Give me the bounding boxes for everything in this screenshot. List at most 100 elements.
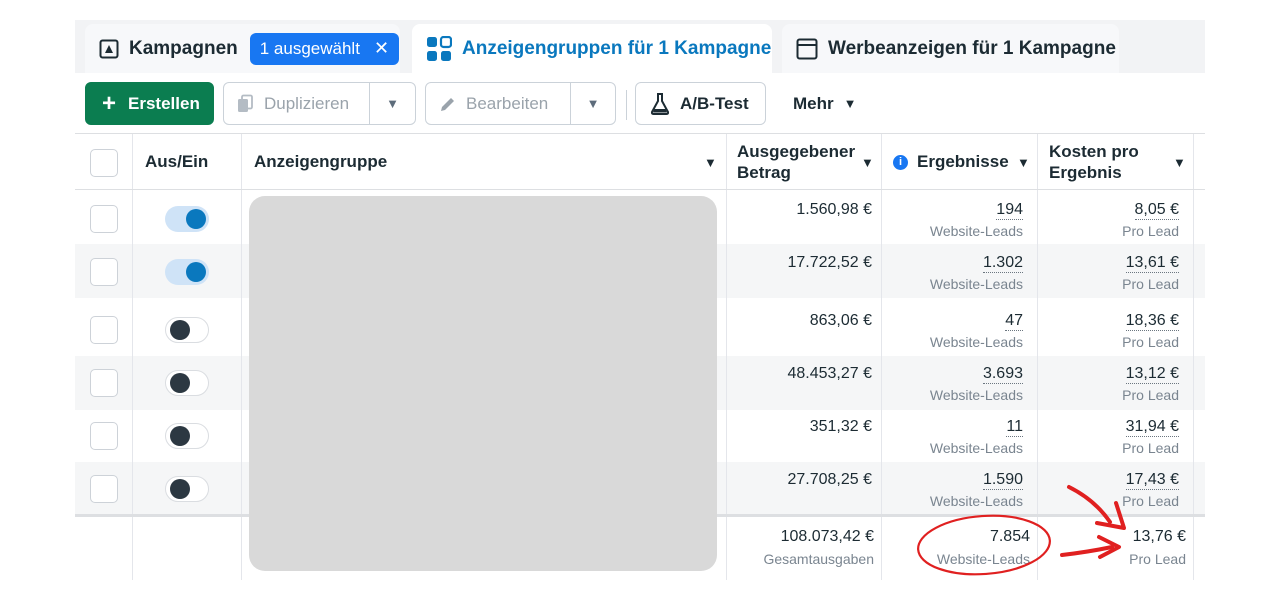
- row-cost[interactable]: 13,61 €: [1037, 254, 1179, 273]
- grid-icon: [426, 35, 452, 62]
- window-icon: [796, 38, 818, 60]
- row-cost-type: Pro Lead: [1122, 493, 1179, 509]
- header-spent[interactable]: Ausgegebener Betrag ▼: [737, 134, 877, 190]
- header-spent-line2: Betrag: [737, 163, 791, 182]
- row-toggle[interactable]: [165, 259, 209, 285]
- edit-dropdown[interactable]: ▼: [571, 96, 615, 111]
- row-toggle[interactable]: [165, 370, 209, 396]
- row-results[interactable]: 11: [881, 418, 1023, 437]
- sort-caret-icon[interactable]: ▼: [1017, 155, 1030, 170]
- ab-test-button[interactable]: A/B-Test: [635, 82, 766, 125]
- row-results[interactable]: 1.590: [881, 471, 1023, 490]
- duplicate-button[interactable]: Duplizieren: [224, 83, 370, 124]
- row-cost-type: Pro Lead: [1122, 334, 1179, 350]
- row-results[interactable]: 1.302: [881, 254, 1023, 273]
- toggle-knob: [170, 320, 190, 340]
- header-name[interactable]: Anzeigengruppe ▼: [254, 134, 719, 190]
- redacted-adset-names: [249, 196, 717, 571]
- plus-icon: +: [102, 89, 117, 117]
- tab-ads[interactable]: Werbeanzeigen für 1 Kampagne: [782, 24, 1119, 73]
- row-spent: 863,06 €: [809, 312, 872, 329]
- table-header: Aus/Ein Anzeigengruppe ▼ Ausgegebener Be…: [75, 134, 1205, 190]
- create-button[interactable]: + Erstellen: [85, 82, 214, 125]
- row-cost[interactable]: 8,05 €: [1037, 201, 1179, 220]
- row-cost-value: 18,36 €: [1125, 312, 1179, 331]
- row-checkbox[interactable]: [90, 316, 118, 344]
- row-toggle[interactable]: [165, 423, 209, 449]
- row-results-value: 194: [996, 201, 1023, 220]
- close-icon[interactable]: ✕: [374, 38, 389, 59]
- copy-icon: [236, 94, 256, 114]
- tab-adsets[interactable]: Anzeigengruppen für 1 Kampagne: [412, 24, 772, 73]
- select-all-checkbox[interactable]: [90, 149, 118, 177]
- row-checkbox[interactable]: [90, 205, 118, 233]
- create-label: Erstellen: [128, 93, 200, 113]
- sort-caret-icon[interactable]: ▼: [704, 155, 717, 170]
- selection-badge[interactable]: 1 ausgewählt ✕: [249, 32, 400, 65]
- row-toggle[interactable]: [165, 317, 209, 343]
- row-results-type: Website-Leads: [929, 387, 1023, 403]
- toolbar: + Erstellen Duplizieren ▼ Bearbeiten ▼ A…: [75, 73, 1205, 133]
- toggle-knob: [186, 209, 206, 229]
- row-results-type: Website-Leads: [929, 223, 1023, 239]
- tab-bar: Kampagnen 1 ausgewählt ✕ Anzeigengruppen…: [75, 20, 1205, 73]
- header-spent-line1: Ausgegebener: [737, 142, 856, 161]
- row-checkbox[interactable]: [90, 369, 118, 397]
- edit-label: Bearbeiten: [466, 93, 549, 113]
- row-checkbox[interactable]: [90, 258, 118, 286]
- row-results-type: Website-Leads: [929, 440, 1023, 456]
- total-results-label: Website-Leads: [936, 551, 1030, 567]
- row-results-value: 47: [1005, 312, 1023, 331]
- sort-caret-icon[interactable]: ▼: [1173, 152, 1186, 173]
- tab-campaigns[interactable]: Kampagnen 1 ausgewählt ✕: [85, 24, 400, 73]
- header-cost-label: Kosten pro Ergebnis: [1049, 141, 1139, 183]
- row-cost[interactable]: 13,12 €: [1037, 365, 1179, 384]
- row-checkbox[interactable]: [90, 475, 118, 503]
- duplicate-dropdown[interactable]: ▼: [370, 96, 415, 111]
- row-spent: 351,32 €: [809, 418, 872, 435]
- tab-campaigns-label: Kampagnen: [129, 37, 238, 59]
- total-spent-label: Gesamtausgaben: [763, 551, 874, 567]
- tab-adsets-label: Anzeigengruppen für 1 Kampagne: [462, 37, 772, 59]
- header-name-label: Anzeigengruppe: [254, 152, 388, 171]
- info-icon[interactable]: i: [893, 154, 908, 170]
- row-results[interactable]: 194: [881, 201, 1023, 220]
- header-cost[interactable]: Kosten pro Ergebnis ▼: [1049, 134, 1189, 190]
- adsets-table: Aus/Ein Anzeigengruppe ▼ Ausgegebener Be…: [75, 133, 1205, 580]
- chevron-down-icon: ▼: [386, 96, 399, 111]
- row-results-type: Website-Leads: [929, 493, 1023, 509]
- header-cost-line1: Kosten pro: [1049, 142, 1139, 161]
- flag-icon: [99, 39, 119, 59]
- toggle-knob: [186, 262, 206, 282]
- row-toggle[interactable]: [165, 476, 209, 502]
- row-cost[interactable]: 18,36 €: [1037, 312, 1179, 331]
- row-checkbox[interactable]: [90, 422, 118, 450]
- row-toggle[interactable]: [165, 206, 209, 232]
- more-label: Mehr: [793, 93, 834, 113]
- row-cost-value: 31,94 €: [1125, 418, 1179, 437]
- header-results[interactable]: i Ergebnisse ▼: [893, 134, 1033, 190]
- total-results: 7.854: [989, 528, 1030, 545]
- toggle-knob: [170, 479, 190, 499]
- duplicate-button-group: Duplizieren ▼: [223, 82, 416, 125]
- pencil-icon: [438, 94, 458, 114]
- flask-icon: [650, 92, 670, 115]
- tab-ads-label: Werbeanzeigen für 1 Kampagne: [828, 37, 1116, 59]
- header-toggle-label: Aus/Ein: [145, 152, 209, 171]
- row-results[interactable]: 3.693: [881, 365, 1023, 384]
- row-cost[interactable]: 31,94 €: [1037, 418, 1179, 437]
- row-results[interactable]: 47: [881, 312, 1023, 331]
- row-results-value: 1.302: [982, 254, 1023, 273]
- row-spent: 1.560,98 €: [796, 201, 872, 218]
- row-results-value: 11: [1006, 418, 1023, 437]
- sort-caret-icon[interactable]: ▼: [861, 152, 874, 173]
- total-cost-label: Pro Lead: [1129, 551, 1186, 567]
- row-cost[interactable]: 17,43 €: [1037, 471, 1179, 490]
- edit-button[interactable]: Bearbeiten: [426, 83, 571, 124]
- more-button[interactable]: Mehr ▼: [779, 82, 869, 125]
- row-cost-value: 13,12 €: [1125, 365, 1179, 384]
- toolbar-divider: [626, 90, 627, 120]
- header-toggle: Aus/Ein: [145, 134, 235, 190]
- chevron-down-icon: ▼: [586, 96, 600, 111]
- row-cost-type: Pro Lead: [1122, 223, 1179, 239]
